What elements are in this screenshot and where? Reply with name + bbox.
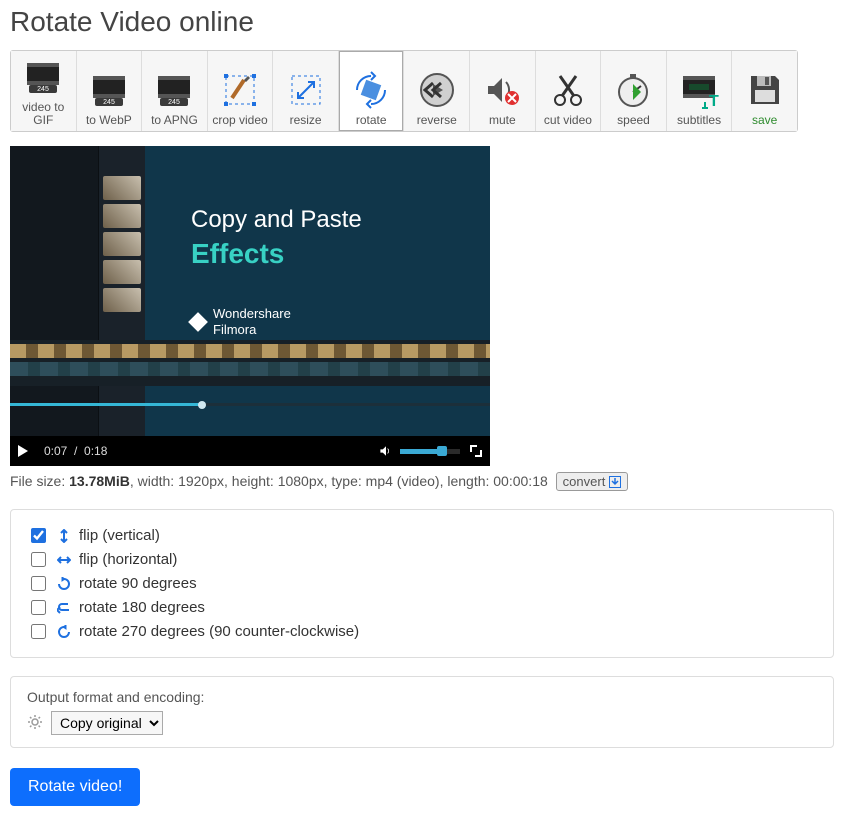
option-label: flip (vertical) [79, 527, 160, 544]
option-rotate-90[interactable]: rotate 90 degrees [27, 573, 817, 594]
option-flip-horizontal[interactable]: flip (horizontal) [27, 549, 817, 570]
arrow-horizontal-icon [57, 554, 71, 566]
preview-brand: Wondershare Filmora [191, 306, 291, 337]
crop-video-label: crop video [212, 114, 267, 127]
crop-icon [220, 70, 260, 110]
rotate-label: rotate [356, 114, 387, 127]
option-label: rotate 270 degrees (90 counter-clockwise… [79, 623, 359, 640]
arrow-return-icon [57, 602, 71, 614]
encoding-label: Output format and encoding: [27, 689, 817, 705]
video-to-gif-label: video to GIF [22, 101, 64, 127]
svg-text:245: 245 [103, 99, 115, 106]
download-icon [609, 476, 621, 488]
to-webp-label: to WebP [86, 114, 132, 127]
speed-button[interactable]: speed [601, 51, 666, 131]
mute-icon [482, 70, 522, 110]
encoding-panel: Output format and encoding: Copy origina… [10, 676, 834, 748]
svg-text:245: 245 [169, 99, 181, 106]
floppy-icon [745, 70, 785, 110]
convert-button[interactable]: convert [556, 472, 629, 491]
film-icon: 245 [154, 70, 194, 110]
reverse-button[interactable]: reverse [404, 51, 469, 131]
to-webp-button[interactable]: 245 to WebP [77, 51, 142, 131]
video-to-gif-button[interactable]: 245 video to GIF [11, 51, 76, 131]
volume-icon [378, 443, 394, 459]
resize-label: resize [290, 114, 322, 127]
option-label: rotate 180 degrees [79, 599, 205, 616]
gear-icon [27, 714, 43, 733]
arrow-vertical-icon [57, 529, 71, 543]
brand-logo-icon [188, 312, 208, 332]
crop-video-button[interactable]: crop video [208, 51, 273, 131]
save-label: save [752, 114, 777, 127]
checkbox-flip-horizontal[interactable] [31, 552, 46, 567]
subtitles-icon: T [679, 70, 719, 110]
video-canvas[interactable]: Copy and Paste Effects Wondershare Filmo… [10, 146, 490, 436]
svg-text:T: T [709, 93, 719, 110]
encoding-select[interactable]: Copy original [51, 711, 163, 735]
option-flip-vertical[interactable]: flip (vertical) [27, 525, 817, 546]
file-info: File size: 13.78MiB, width: 1920px, heig… [10, 472, 856, 491]
mute-label: mute [489, 114, 516, 127]
volume-slider[interactable] [400, 449, 460, 454]
subtitles-button[interactable]: T subtitles [667, 51, 732, 131]
reverse-label: reverse [417, 114, 457, 127]
scissors-icon [548, 70, 588, 110]
to-apng-button[interactable]: 245 to APNG [142, 51, 207, 131]
option-rotate-270[interactable]: rotate 270 degrees (90 counter-clockwise… [27, 621, 817, 642]
fullscreen-icon[interactable] [470, 445, 482, 457]
svg-text:245: 245 [37, 86, 49, 93]
cut-video-button[interactable]: cut video [536, 51, 601, 131]
preview-headline-2: Effects [191, 238, 284, 270]
toolbar: 245 video to GIF 245 to WebP 245 to APNG… [10, 50, 798, 132]
subtitles-label: subtitles [677, 114, 721, 127]
rotate-icon [351, 70, 391, 110]
video-controls: 0:07 / 0:18 [10, 436, 490, 466]
arrow-cw-icon [57, 577, 71, 591]
reverse-icon [417, 70, 457, 110]
option-rotate-180[interactable]: rotate 180 degrees [27, 597, 817, 618]
option-label: rotate 90 degrees [79, 575, 197, 592]
film-icon: 245 [89, 70, 129, 110]
checkbox-rotate-90[interactable] [31, 576, 46, 591]
checkbox-flip-vertical[interactable] [31, 528, 46, 543]
video-time: 0:07 / 0:18 [44, 444, 107, 458]
rotate-options-panel: flip (vertical) flip (horizontal) rotate… [10, 509, 834, 658]
checkbox-rotate-180[interactable] [31, 600, 46, 615]
checkbox-rotate-270[interactable] [31, 624, 46, 639]
mute-button[interactable]: mute [470, 51, 535, 131]
option-label: flip (horizontal) [79, 551, 177, 568]
arrow-ccw-icon [57, 625, 71, 639]
video-preview: Copy and Paste Effects Wondershare Filmo… [10, 146, 490, 466]
rotate-video-button[interactable]: Rotate video! [10, 768, 140, 806]
film-icon: 245 [23, 57, 63, 97]
page-title: Rotate Video online [10, 6, 856, 38]
speed-label: speed [617, 114, 650, 127]
cut-video-label: cut video [544, 114, 592, 127]
save-button[interactable]: save [732, 51, 797, 131]
stopwatch-icon [613, 70, 653, 110]
resize-icon [286, 70, 326, 110]
play-icon[interactable] [18, 445, 28, 457]
resize-button[interactable]: resize [273, 51, 338, 131]
to-apng-label: to APNG [151, 114, 198, 127]
volume-control[interactable] [378, 443, 460, 459]
rotate-button[interactable]: rotate [339, 51, 404, 131]
preview-headline-1: Copy and Paste [191, 206, 362, 234]
